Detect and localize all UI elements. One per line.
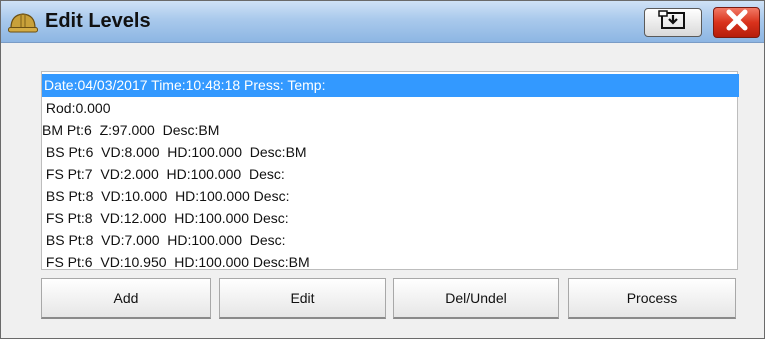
- hard-hat-icon: [8, 9, 38, 35]
- list-item-text: FS Pt:7 VD:2.000 HD:100.000 Desc:: [42, 166, 285, 182]
- list-item[interactable]: FS Pt:7 VD:2.000 HD:100.000 Desc:: [42, 163, 737, 186]
- edit-button[interactable]: Edit: [219, 278, 386, 319]
- list-item-text: FS Pt:8 VD:12.000 HD:100.000 Desc:: [42, 210, 289, 226]
- window-title: Edit Levels: [45, 10, 151, 32]
- list-item-text: BS Pt:8 VD:10.000 HD:100.000 Desc:: [42, 188, 290, 204]
- close-button[interactable]: [713, 7, 760, 38]
- list-item[interactable]: BM Pt:6 Z:97.000 Desc:BM: [42, 119, 737, 142]
- del-undel-button[interactable]: Del/Undel: [393, 278, 559, 319]
- list-item-text: Date:04/03/2017 Time:10:48:18 Press: Tem…: [44, 77, 326, 93]
- list-item-text: FS Pt:6 VD:10.950 HD:100.000 Desc:BM: [42, 254, 310, 270]
- list-item[interactable]: Rod:0.000: [42, 97, 737, 120]
- add-button[interactable]: Add: [41, 278, 211, 319]
- list-item[interactable]: Date:04/03/2017 Time:10:48:18 Press: Tem…: [42, 74, 739, 97]
- save-button[interactable]: [644, 8, 702, 37]
- save-icon: [658, 10, 688, 35]
- list-item-text: BS Pt:6 VD:8.000 HD:100.000 Desc:BM: [42, 144, 307, 160]
- process-button[interactable]: Process: [568, 278, 736, 319]
- list-item[interactable]: BS Pt:8 VD:7.000 HD:100.000 Desc:: [42, 229, 737, 252]
- title-bar: Edit Levels: [1, 1, 764, 43]
- list-item-text: Rod:0.000: [42, 100, 111, 116]
- action-bar: Add Edit Del/Undel Process: [41, 278, 736, 319]
- list-item[interactable]: BS Pt:8 VD:10.000 HD:100.000 Desc:: [42, 185, 737, 208]
- list-item[interactable]: FS Pt:6 VD:10.950 HD:100.000 Desc:BM: [42, 251, 737, 274]
- close-icon: [724, 9, 750, 36]
- list-item[interactable]: FS Pt:8 VD:12.000 HD:100.000 Desc:: [42, 207, 737, 230]
- list-item-text: BS Pt:8 VD:7.000 HD:100.000 Desc:: [42, 232, 286, 248]
- list-item-text: BM Pt:6 Z:97.000 Desc:BM: [42, 122, 220, 138]
- levels-list[interactable]: Date:04/03/2017 Time:10:48:18 Press: Tem…: [41, 71, 739, 270]
- list-item[interactable]: BS Pt:6 VD:8.000 HD:100.000 Desc:BM: [42, 141, 737, 164]
- edit-levels-window: Edit Levels Date:04/03/2017 Time:10:48:1…: [0, 0, 765, 339]
